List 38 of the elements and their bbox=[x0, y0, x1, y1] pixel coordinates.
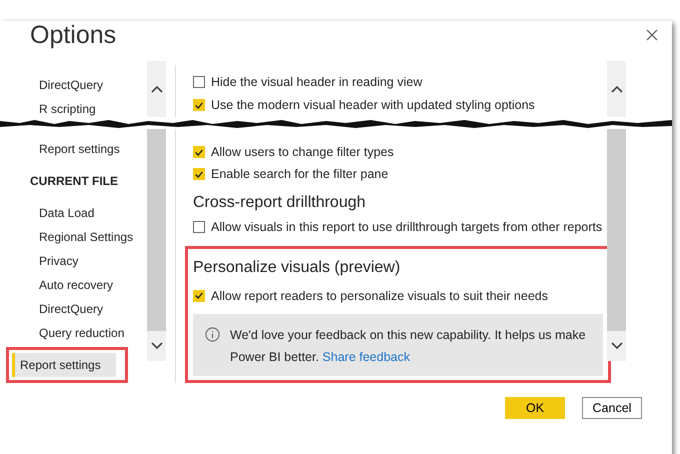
checkbox[interactable] bbox=[193, 220, 205, 233]
chevron-up-icon bbox=[610, 85, 622, 93]
chevron-down-icon bbox=[610, 342, 622, 350]
scrollbar-thumb[interactable] bbox=[147, 129, 166, 331]
scroll-up-button[interactable] bbox=[147, 61, 166, 117]
info-text: We'd love your feedback on this new capability. It helps us make Power BI better. Share feedback bbox=[230, 326, 587, 366]
section-heading: Cross-report drillthrough bbox=[193, 192, 367, 213]
nav-item[interactable]: Data Load bbox=[22, 201, 147, 225]
info-icon bbox=[205, 326, 220, 342]
nav-item[interactable]: Regional Settings bbox=[22, 225, 147, 249]
nav-item[interactable]: DirectQuery bbox=[22, 297, 147, 321]
checkbox-label: Use the modern visual header with updated styling options bbox=[211, 98, 535, 112]
checkbox-label: Hide the visual header in reading view bbox=[211, 74, 422, 89]
nav-item[interactable]: Report settings bbox=[22, 137, 147, 161]
scrollbar-thumb[interactable] bbox=[607, 129, 626, 331]
dialog-title: Options bbox=[30, 21, 118, 51]
chevron-up-icon bbox=[150, 85, 162, 93]
scroll-up-button[interactable] bbox=[607, 61, 626, 117]
ok-button[interactable]: OK bbox=[505, 397, 565, 419]
nav-item[interactable]: Privacy bbox=[22, 249, 147, 273]
scroll-down-button[interactable] bbox=[147, 331, 166, 361]
cancel-button[interactable]: Cancel bbox=[582, 397, 642, 419]
nav-item[interactable]: DirectQuery bbox=[22, 73, 147, 97]
section-heading: Personalize visuals (preview) bbox=[193, 258, 402, 278]
checkbox-label: Allow users to change filter types bbox=[211, 145, 394, 160]
chevron-down-icon bbox=[150, 342, 162, 350]
checkbox-label: Allow report readers to personalize visuals to suit their needs bbox=[211, 288, 548, 303]
checkbox[interactable] bbox=[193, 76, 205, 88]
checkbox-label: Allow visuals in this report to use drillthrough targets from other reports bbox=[211, 220, 602, 234]
nav-item[interactable]: R scripting bbox=[22, 97, 147, 121]
nav-item[interactable]: Report settings bbox=[12, 353, 116, 377]
scroll-down-button[interactable] bbox=[607, 331, 626, 361]
nav-item[interactable]: Query reduction bbox=[22, 321, 147, 345]
share-feedback-link[interactable]: Share feedback bbox=[322, 350, 410, 364]
nav-item[interactable]: Auto recovery bbox=[22, 273, 147, 297]
close-icon[interactable] bbox=[646, 29, 658, 41]
checkbox-label: Enable search for the filter pane bbox=[211, 167, 388, 182]
section-header: CURRENT FILE bbox=[29, 173, 119, 190]
